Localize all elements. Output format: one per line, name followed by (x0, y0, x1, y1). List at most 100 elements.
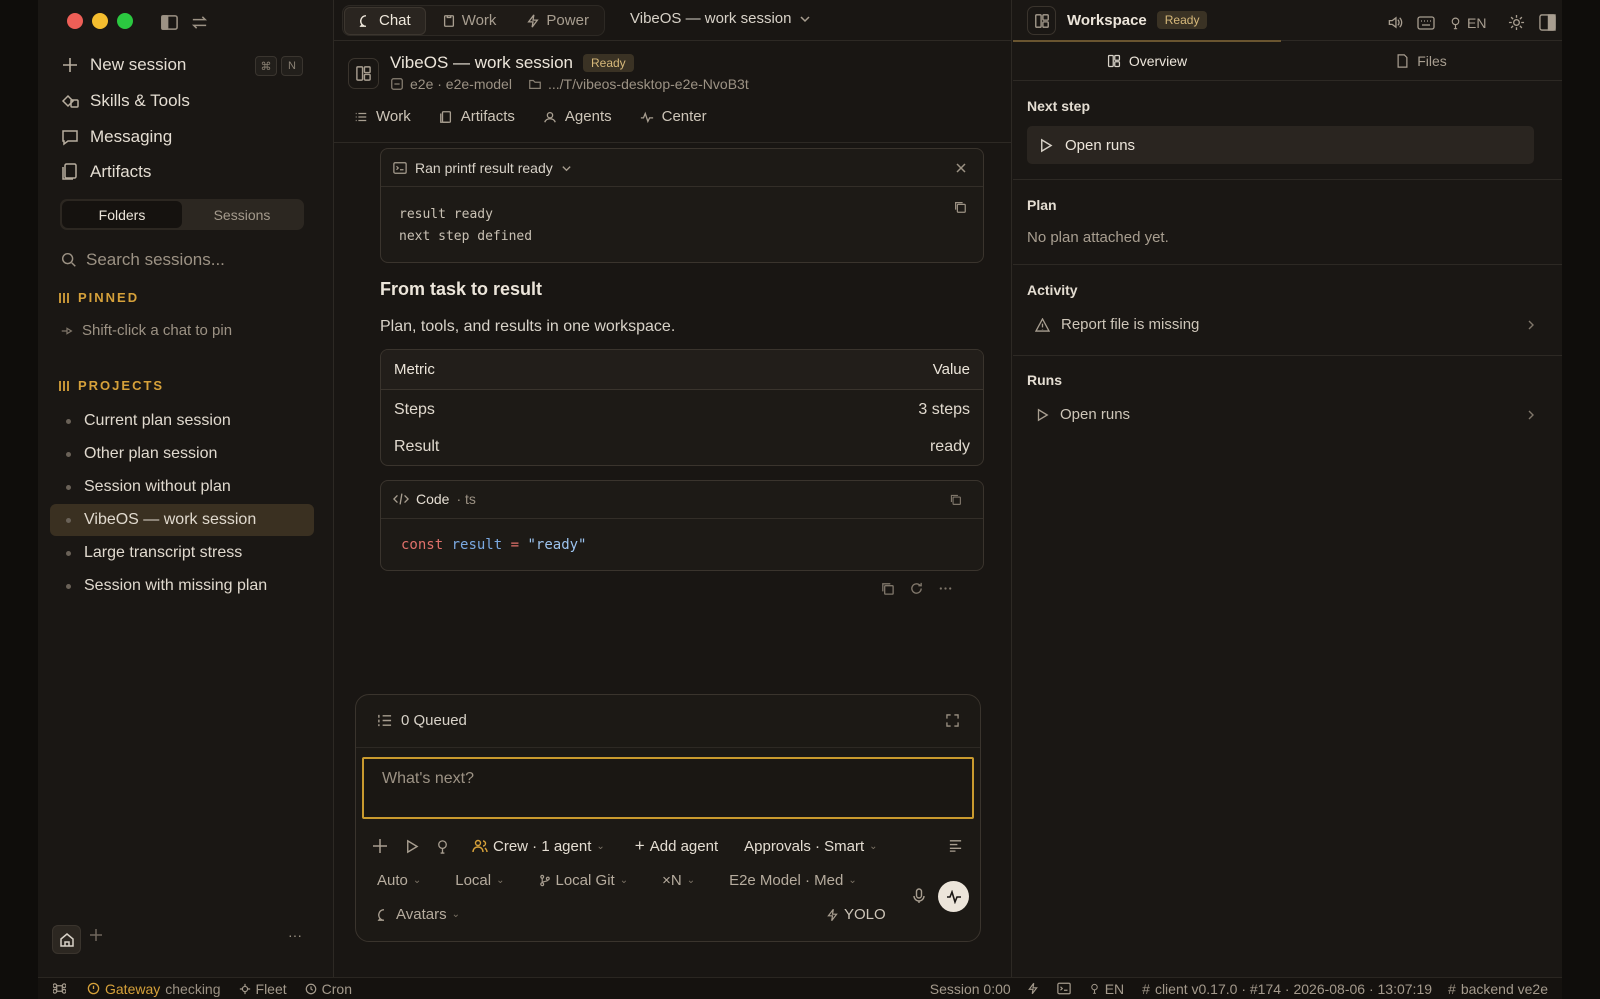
avatars-label: Avatars (396, 906, 447, 923)
tab-files[interactable]: Files (1281, 43, 1562, 79)
search-input[interactable]: Search sessions... (86, 250, 225, 270)
project-item[interactable]: Large transcript stress (50, 537, 314, 569)
nav-label: Artifacts (90, 162, 152, 181)
microphone-icon[interactable] (913, 888, 925, 904)
speaker-icon[interactable] (1387, 15, 1403, 30)
close-window-button[interactable] (67, 13, 83, 29)
session-tab-center[interactable]: Center (640, 108, 707, 125)
session-switcher[interactable]: VibeOS — work session (630, 10, 811, 27)
layout-icon[interactable] (348, 58, 379, 89)
fleet-status[interactable]: Fleet (239, 981, 287, 997)
shortcut-key: N (281, 56, 303, 76)
terminal-icon (393, 161, 407, 175)
git-selector[interactable]: Local Git ⌄ (539, 872, 628, 889)
lightning-icon[interactable] (1027, 982, 1039, 995)
session-tab-work[interactable]: Work (354, 108, 411, 125)
copy-icon[interactable] (949, 493, 962, 506)
yolo-toggle[interactable]: YOLO (826, 906, 886, 923)
more-icon[interactable] (938, 581, 953, 596)
gateway-label: Gateway (105, 980, 161, 997)
next-step-section: Next step Open runs (1013, 81, 1562, 180)
project-item[interactable]: Current plan session (50, 405, 314, 437)
add-workspace-icon[interactable] (89, 928, 103, 942)
brain-icon[interactable] (435, 839, 450, 854)
close-icon[interactable] (955, 162, 967, 174)
copy-icon[interactable] (953, 200, 967, 214)
keyboard-icon[interactable] (1417, 15, 1435, 30)
nav-label: Skills & Tools (90, 91, 190, 110)
nav-messaging[interactable]: Messaging (60, 127, 172, 147)
gear-icon[interactable] (1508, 14, 1525, 31)
minimize-window-button[interactable] (92, 13, 108, 29)
message-icon (60, 127, 80, 147)
multiplier-selector[interactable]: ×N ⌄ (662, 872, 695, 889)
chevron-down-icon: ⌄ (686, 875, 696, 886)
activity-item[interactable]: Report file is missing (1035, 316, 1535, 333)
clock-icon (305, 983, 317, 995)
session-tab-artifacts[interactable]: Artifacts (439, 108, 515, 125)
message-input[interactable]: What's next? (362, 757, 974, 819)
table-row: Steps 3 steps (381, 391, 983, 428)
project-item[interactable]: Session with missing plan (50, 570, 314, 602)
copy-icon[interactable] (880, 581, 895, 596)
mode-selector[interactable]: Auto ⌄ (377, 872, 421, 889)
new-session-label: New session (90, 55, 187, 74)
tab-work[interactable]: Work (428, 7, 511, 35)
approvals-label: Approvals · Smart (744, 837, 865, 855)
tool-header[interactable]: Ran printf result ready (393, 160, 572, 176)
table-header: Metric Value (381, 350, 983, 390)
project-item[interactable]: Other plan session (50, 438, 314, 470)
terminal-icon[interactable] (1056, 982, 1071, 995)
workspace-header: Workspace Ready (1067, 11, 1208, 29)
approvals-selector[interactable]: Approvals · Smart ⌄ (744, 838, 877, 855)
location-selector[interactable]: Local ⌄ (455, 872, 504, 889)
layout-icon[interactable] (1027, 6, 1056, 35)
refresh-icon[interactable] (909, 581, 924, 596)
command-icon[interactable] (53, 982, 66, 995)
more-options-button[interactable]: ··· (288, 927, 302, 943)
session-tab-agents[interactable]: Agents (543, 108, 612, 125)
avatars-selector[interactable]: Avatars ⌄ (377, 906, 460, 923)
model-selector[interactable]: E2e Model · Med ⌄ (729, 872, 857, 889)
chevron-down-icon: ⌄ (412, 875, 422, 886)
crew-selector[interactable]: Crew · 1 agent ⌄ (472, 838, 605, 855)
panel-toggle-icon[interactable] (1539, 14, 1557, 31)
project-item[interactable]: Session without plan (50, 471, 314, 503)
tab-chat[interactable]: Chat (344, 6, 426, 35)
tab-overview[interactable]: Overview (1013, 43, 1281, 79)
language-status[interactable]: EN (1089, 981, 1124, 997)
language-selector[interactable]: EN (1449, 15, 1486, 31)
plus-icon[interactable] (372, 838, 388, 854)
tab-power[interactable]: Power (512, 7, 603, 35)
pinned-hint-text: Shift-click a chat to pin (82, 322, 233, 339)
home-icon[interactable] (52, 925, 81, 954)
nav-skills-tools[interactable]: Skills & Tools (60, 91, 190, 111)
expand-icon[interactable] (946, 714, 959, 727)
code-variable: result (451, 537, 503, 553)
plan-section: Plan No plan attached yet. (1013, 181, 1562, 265)
add-agent-button[interactable]: + Add agent (635, 836, 718, 856)
session-search[interactable]: Search sessions... (60, 248, 304, 272)
project-item-active[interactable]: VibeOS — work session (50, 504, 314, 536)
message-actions (880, 581, 953, 596)
voice-wave-icon[interactable] (938, 881, 969, 912)
queue-indicator[interactable]: 0 Queued (377, 712, 467, 729)
options-icon[interactable] (948, 838, 963, 853)
toggle-sidebar-icon[interactable] (160, 13, 179, 32)
pinned-label: PINNED (78, 290, 140, 305)
file-icon (1396, 54, 1409, 68)
maximize-window-button[interactable] (117, 13, 133, 29)
runs-item[interactable]: Open runs (1035, 406, 1535, 423)
open-runs-button[interactable]: Open runs (1027, 126, 1534, 164)
new-session-button[interactable]: New session (60, 55, 186, 75)
swap-icon[interactable] (190, 13, 209, 32)
pinned-icon (59, 292, 69, 303)
gateway-status[interactable]: Gateway checking (87, 981, 221, 997)
segment-sessions[interactable]: Sessions (182, 201, 302, 228)
cron-status[interactable]: Cron (305, 981, 352, 997)
play-icon[interactable] (404, 839, 419, 854)
project-label: Session with missing plan (84, 577, 268, 594)
runs-section: Runs Open runs (1013, 357, 1562, 447)
nav-artifacts[interactable]: Artifacts (60, 162, 151, 182)
segment-folders[interactable]: Folders (62, 201, 182, 228)
